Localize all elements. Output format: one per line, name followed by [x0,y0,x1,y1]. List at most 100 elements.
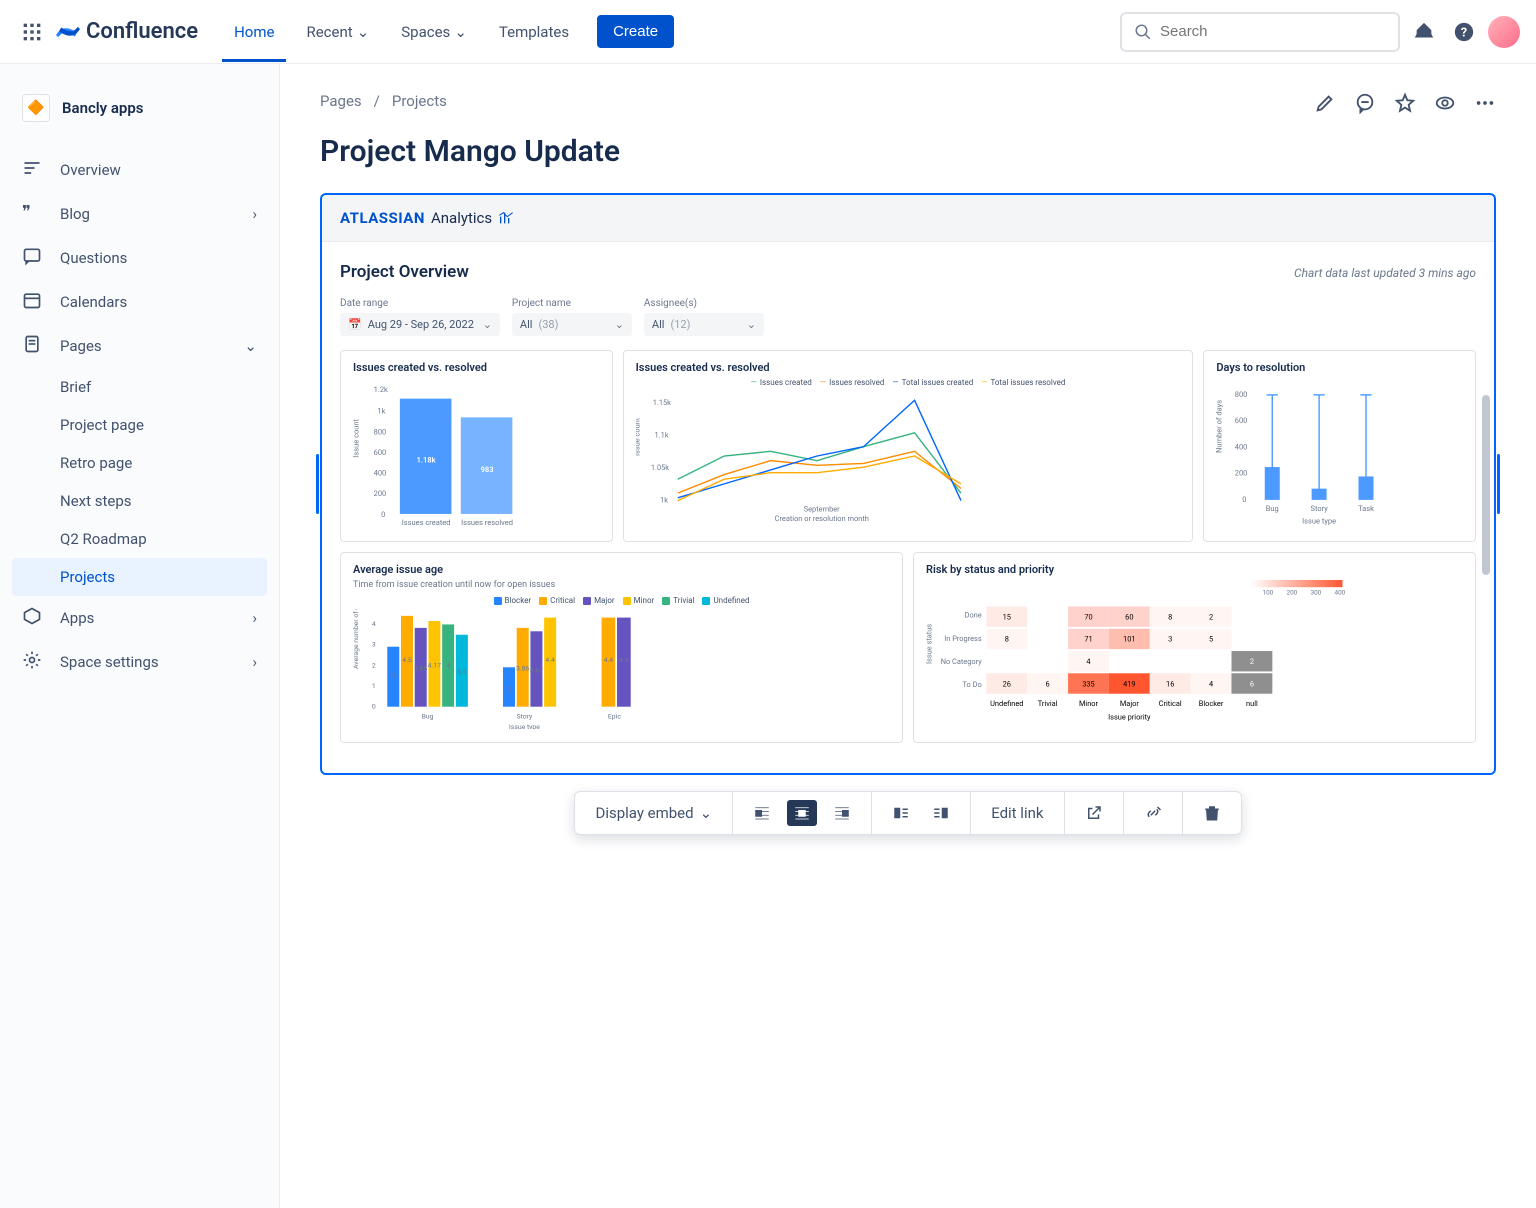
more-icon[interactable] [1474,92,1496,118]
svg-text:No Category: No Category [941,657,983,666]
brand-atlassian: ATLASSIAN [340,209,425,227]
svg-text:800: 800 [1235,390,1248,399]
breadcrumb-projects[interactable]: Projects [392,92,447,110]
filter-assignee-label: Assignee(s) [644,298,764,309]
watch-icon[interactable] [1434,92,1456,118]
resize-handle-left[interactable] [316,454,319,514]
sidebar-space-settings[interactable]: Space settings › [12,640,267,684]
sidebar-page-project-page[interactable]: Project page [12,406,267,444]
analytics-embed[interactable]: ATLASSIAN Analytics Project Overview Cha… [320,193,1496,775]
align-right-button[interactable] [827,800,857,826]
wrap-right-button[interactable] [926,800,956,826]
svg-text:2: 2 [372,661,376,669]
analytics-icon [498,210,514,226]
edit-icon[interactable] [1314,92,1336,118]
sidebar-overview[interactable]: Overview [12,148,267,192]
svg-text:0: 0 [372,702,376,710]
nav-recent[interactable]: Recent ⌄ [294,15,381,49]
sidebar-page-next-steps[interactable]: Next steps [12,482,267,520]
svg-text:2: 2 [1209,612,1213,621]
nav-templates[interactable]: Templates [487,15,581,49]
svg-text:To Do: To Do [962,680,981,689]
dashboard-title: Project Overview [340,262,469,282]
svg-text:1.18k: 1.18k [417,455,437,464]
svg-text:200: 200 [1235,469,1248,478]
svg-text:600: 600 [1235,416,1248,425]
nav-home[interactable]: Home [222,2,286,62]
apps-icon [22,606,44,630]
display-embed-dropdown[interactable]: Display embed ⌄ [589,800,718,826]
sidebar-page-projects[interactable]: Projects [12,558,267,596]
edit-link-button[interactable]: Edit link [985,800,1049,826]
search-input[interactable] [1160,23,1386,40]
filters: Date range 📅 Aug 29 - Sep 26, 2022 Proje… [340,298,1476,336]
user-avatar[interactable] [1488,16,1520,48]
sidebar-questions[interactable]: Questions [12,236,267,280]
svg-text:1.1k: 1.1k [654,430,668,439]
sidebar-page-q2-roadmap[interactable]: Q2 Roadmap [12,520,267,558]
svg-text:3: 3 [391,672,395,680]
comment-icon[interactable] [1354,92,1376,118]
sidebar-blog[interactable]: ❞ Blog › [12,192,267,236]
app-switcher-icon[interactable] [16,16,48,48]
svg-text:983: 983 [481,465,494,474]
confluence-logo[interactable]: Confluence [56,19,198,44]
svg-text:101: 101 [1123,635,1136,644]
unlink-button[interactable] [1138,800,1168,826]
filter-date[interactable]: 📅 Aug 29 - Sep 26, 2022 [340,313,500,336]
svg-text:3.86: 3.86 [516,665,529,673]
svg-text:Issue type: Issue type [1303,516,1337,525]
chart-issue-age: Average issue age Time from issue creati… [340,552,903,743]
svg-text:4: 4 [372,620,376,628]
align-center-button[interactable] [787,800,817,826]
svg-text:2: 2 [1250,657,1254,666]
calendar-icon [22,290,44,314]
svg-text:1.2k: 1.2k [374,385,388,394]
page-title: Project Mango Update [320,134,1496,169]
create-button[interactable]: Create [597,15,674,48]
delete-button[interactable] [1197,800,1227,826]
filter-assignee[interactable]: All (12) [644,313,764,336]
svg-text:Issue count: Issue count [636,417,642,456]
svg-text:Epic: Epic [608,713,621,721]
resize-handle-right[interactable] [1497,454,1500,514]
breadcrumb-pages[interactable]: Pages [320,92,362,110]
svg-text:3: 3 [1168,635,1172,644]
star-icon[interactable] [1394,92,1416,118]
search-box[interactable] [1120,12,1400,52]
wrap-left-button[interactable] [886,800,916,826]
sidebar-page-brief[interactable]: Brief [12,368,267,406]
svg-text:4.17: 4.17 [428,661,441,669]
page-actions [1314,92,1496,118]
chevron-down-icon: ⌄ [244,337,257,355]
svg-text:4.4: 4.4 [619,656,629,664]
scrollbar-thumb[interactable] [1482,395,1490,575]
svg-text:Trivial: Trivial [1038,699,1058,708]
sidebar-calendars[interactable]: Calendars [12,280,267,324]
sidebar-page-retro-page[interactable]: Retro page [12,444,267,482]
svg-text:Average number of days: Average number of days [353,609,360,669]
align-left-button[interactable] [747,800,777,826]
help-icon[interactable]: ? [1448,16,1480,48]
chevron-down-icon: ⌄ [357,23,370,41]
svg-text:3.5: 3.5 [457,668,467,676]
svg-text:800: 800 [374,427,387,436]
open-link-button[interactable] [1079,800,1109,826]
svg-text:4: 4 [1209,679,1213,688]
product-name: Confluence [86,19,198,44]
sidebar-pages[interactable]: Pages ⌄ [12,324,267,368]
svg-text:200: 200 [1287,588,1298,596]
svg-text:400: 400 [1335,588,1346,596]
svg-text:400: 400 [374,469,387,478]
svg-text:400: 400 [1235,442,1248,451]
embed-body: Project Overview Chart data last updated… [322,242,1494,773]
topbar: Confluence Home Recent ⌄ Spaces ⌄ Templa… [0,0,1536,64]
sidebar-apps[interactable]: Apps › [12,596,267,640]
filter-project[interactable]: All (38) [512,313,632,336]
svg-text:71: 71 [1084,635,1092,644]
svg-text:Blocker: Blocker [1199,699,1224,708]
nav-spaces[interactable]: Spaces ⌄ [389,15,479,49]
space-header[interactable]: 🔶 Bancly apps [12,88,267,128]
notifications-icon[interactable] [1408,16,1440,48]
svg-text:15: 15 [1003,612,1011,621]
